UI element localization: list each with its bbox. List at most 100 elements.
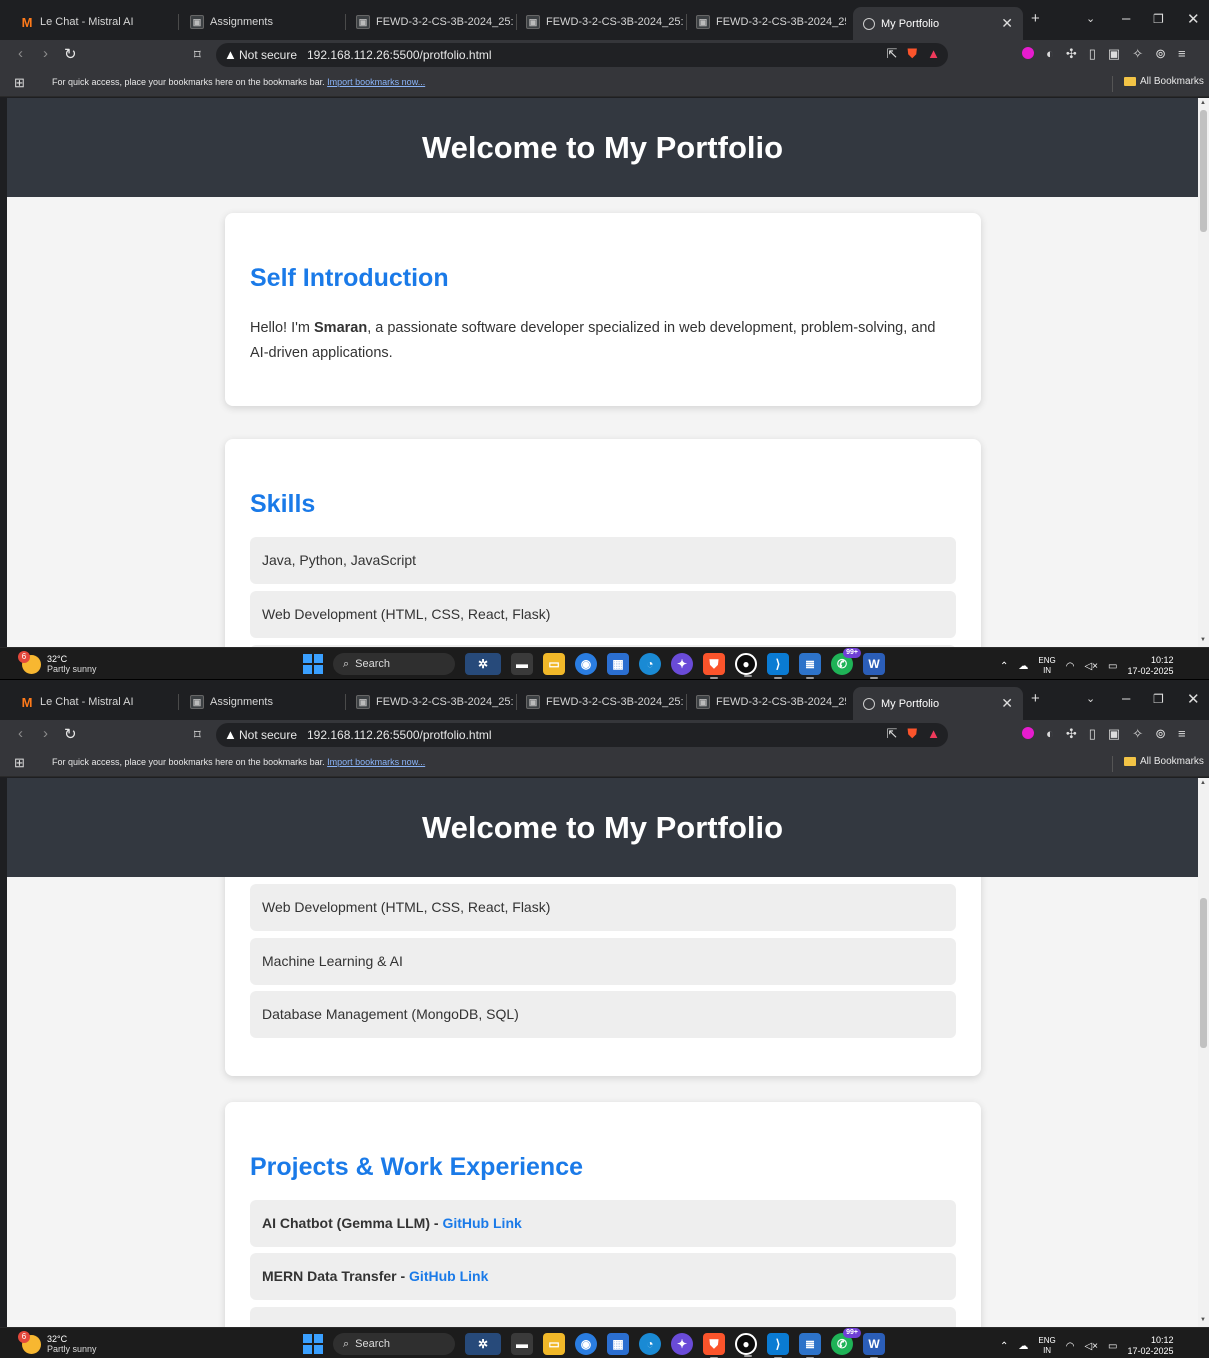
tab-assignments[interactable]: ▣ Assignments: [180, 7, 340, 37]
windows-start-icon[interactable]: [303, 654, 323, 674]
brave-icon[interactable]: ⛊: [703, 1333, 725, 1358]
github-link[interactable]: GitHub Link: [409, 1268, 488, 1284]
copilot-widget-icon[interactable]: ✲: [465, 1333, 501, 1355]
restore-icon[interactable]: ❐: [1153, 12, 1164, 26]
tab-my-portfolio[interactable]: My Portfolio ✕: [853, 687, 1023, 720]
tab-fewd-2[interactable]: ▣ FEWD-3-2-CS-3B-2024_25: upd: [516, 7, 686, 37]
back-icon[interactable]: ‹: [18, 725, 23, 742]
leo-ai-icon[interactable]: ✧: [1132, 726, 1143, 742]
mongodb-compass-icon[interactable]: ●: [735, 653, 757, 677]
notepad-icon[interactable]: ≣: [799, 653, 821, 679]
windows-start-icon[interactable]: [303, 1334, 323, 1354]
share-icon[interactable]: ⇱: [886, 46, 897, 62]
file-explorer-icon[interactable]: ▭: [543, 1333, 565, 1355]
notepad-icon[interactable]: ≣: [799, 1333, 821, 1358]
brave-rewards-icon[interactable]: ▲: [927, 726, 940, 742]
menu-icon[interactable]: ≡: [1178, 726, 1186, 742]
import-bookmarks-link[interactable]: Import bookmarks now...: [327, 77, 425, 87]
battery-icon[interactable]: ▭: [1108, 1341, 1117, 1352]
word-icon[interactable]: W: [863, 1333, 885, 1358]
security-label[interactable]: Not secure: [239, 48, 297, 62]
new-tab-icon[interactable]: +: [1031, 690, 1040, 707]
clock[interactable]: 10:12 17-02-2025: [1127, 655, 1173, 677]
wallet-icon[interactable]: ▣: [1108, 726, 1120, 742]
file-explorer-icon[interactable]: ▭: [543, 653, 565, 675]
store-icon[interactable]: ▦: [607, 653, 629, 675]
task-view-icon[interactable]: ▬: [511, 1333, 533, 1355]
tab-search-chevron-icon[interactable]: ⌄: [1086, 12, 1095, 25]
tab-fewd-3[interactable]: ▣ FEWD-3-2-CS-3B-2024_25: Up: [686, 687, 846, 717]
vscode-icon[interactable]: ⟩: [767, 1333, 789, 1358]
close-tab-icon[interactable]: ✕: [1001, 695, 1013, 712]
bookmark-icon[interactable]: ⌑: [194, 727, 201, 743]
import-bookmarks-link[interactable]: Import bookmarks now...: [327, 757, 425, 767]
whatsapp-icon[interactable]: ✆ 99+: [831, 1328, 861, 1355]
tab-fewd-1[interactable]: ▣ FEWD-3-2-CS-3B-2024_25: Cre: [346, 7, 516, 37]
close-window-icon[interactable]: ✕: [1187, 690, 1200, 708]
chrome-icon[interactable]: ◉: [575, 1333, 597, 1355]
whatsapp-icon[interactable]: ✆ 99+: [831, 648, 861, 675]
address-bar[interactable]: ▲ Not secure 192.168.112.26:5500/protfol…: [216, 723, 948, 747]
minimize-icon[interactable]: –: [1122, 10, 1130, 27]
copilot-icon[interactable]: ✦: [671, 653, 693, 675]
vpn-icon[interactable]: ⊚: [1155, 46, 1166, 62]
language-indicator[interactable]: ENG IN: [1038, 656, 1055, 676]
taskbar-search[interactable]: ⌕ Search: [333, 653, 455, 675]
restore-icon[interactable]: ❐: [1153, 692, 1164, 706]
extension-icon[interactable]: ◐: [1046, 46, 1054, 62]
extension-icon[interactable]: [1022, 47, 1034, 59]
page-viewport[interactable]: Web Development (HTML, CSS, React, Flask…: [7, 778, 1198, 1327]
mongodb-compass-icon[interactable]: ●: [735, 1333, 757, 1357]
weather-widget[interactable]: 6 32°C Partly sunny: [18, 650, 97, 674]
wifi-icon[interactable]: ◠: [1066, 1341, 1075, 1352]
onedrive-icon[interactable]: ☁: [1018, 1341, 1028, 1352]
share-icon[interactable]: ⇱: [886, 726, 897, 742]
page-scrollbar[interactable]: ▲ ▼: [1198, 778, 1209, 1327]
forward-icon[interactable]: ›: [43, 45, 48, 62]
chrome-icon[interactable]: ◉: [575, 653, 597, 675]
extensions-puzzle-icon[interactable]: ✣: [1066, 726, 1077, 742]
minimize-icon[interactable]: –: [1122, 690, 1130, 707]
tab-fewd-1[interactable]: ▣ FEWD-3-2-CS-3B-2024_25: Cre: [346, 687, 516, 717]
word-icon[interactable]: W: [863, 653, 885, 679]
tab-fewd-3[interactable]: ▣ FEWD-3-2-CS-3B-2024_25: Up: [686, 7, 846, 37]
scroll-down-icon[interactable]: ▼: [1200, 1317, 1206, 1323]
forward-icon[interactable]: ›: [43, 725, 48, 742]
speaker-muted-icon[interactable]: ◁×: [1084, 661, 1098, 672]
weather-widget[interactable]: 6 32°C Partly sunny: [18, 1330, 97, 1354]
brave-shields-icon[interactable]: ⛊: [907, 46, 917, 62]
scroll-thumb[interactable]: [1200, 898, 1207, 1048]
all-bookmarks-button[interactable]: All Bookmarks: [1124, 756, 1204, 767]
onedrive-icon[interactable]: ☁: [1018, 661, 1028, 672]
scroll-up-icon[interactable]: ▲: [1200, 100, 1206, 106]
language-indicator[interactable]: ENG IN: [1038, 1336, 1055, 1356]
new-tab-icon[interactable]: +: [1031, 10, 1040, 27]
tab-search-chevron-icon[interactable]: ⌄: [1086, 692, 1095, 705]
sidebar-icon[interactable]: ▯: [1089, 726, 1096, 742]
menu-icon[interactable]: ≡: [1178, 46, 1186, 62]
brave-shields-icon[interactable]: ⛊: [907, 726, 917, 742]
all-bookmarks-button[interactable]: All Bookmarks: [1124, 76, 1204, 87]
reload-icon[interactable]: ↻: [64, 725, 77, 743]
scroll-up-icon[interactable]: ▲: [1200, 780, 1206, 786]
copilot-icon[interactable]: ✦: [671, 1333, 693, 1355]
vpn-icon[interactable]: ⊚: [1155, 726, 1166, 742]
store-icon[interactable]: ▦: [607, 1333, 629, 1355]
reload-icon[interactable]: ↻: [64, 45, 77, 63]
url-text[interactable]: 192.168.112.26:5500/protfolio.html: [307, 48, 492, 62]
extensions-puzzle-icon[interactable]: ✣: [1066, 46, 1077, 62]
extension-icon[interactable]: ◐: [1046, 726, 1054, 742]
apps-grid-icon[interactable]: ⊞: [14, 75, 25, 91]
clock[interactable]: 10:12 17-02-2025: [1127, 1335, 1173, 1357]
edge-icon[interactable]: ◔: [639, 1333, 661, 1355]
tab-my-portfolio[interactable]: My Portfolio ✕: [853, 7, 1023, 40]
security-label[interactable]: Not secure: [239, 728, 297, 742]
address-bar[interactable]: ▲ Not secure 192.168.112.26:5500/protfol…: [216, 43, 948, 67]
github-link[interactable]: GitHub Link: [442, 1215, 521, 1231]
leo-ai-icon[interactable]: ✧: [1132, 46, 1143, 62]
chevron-up-icon[interactable]: ⌃: [1000, 1341, 1008, 1352]
wifi-icon[interactable]: ◠: [1066, 661, 1075, 672]
page-viewport[interactable]: Welcome to My Portfolio Self Introductio…: [7, 98, 1198, 647]
scroll-down-icon[interactable]: ▼: [1200, 637, 1206, 643]
tab-le-chat[interactable]: M Le Chat - Mistral AI: [10, 687, 175, 717]
